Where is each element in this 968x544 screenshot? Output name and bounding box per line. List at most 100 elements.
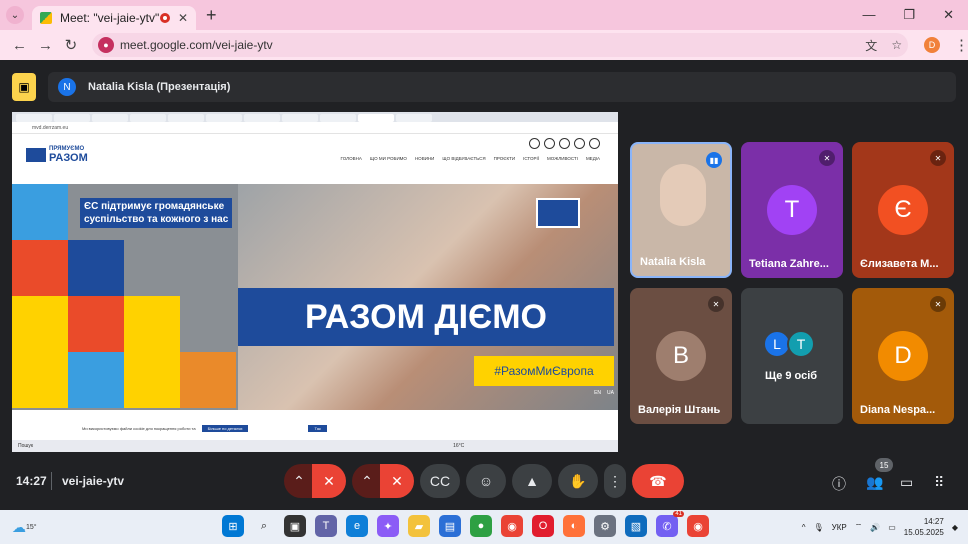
settings-icon[interactable]: ⚙ (594, 515, 616, 537)
leave-call-button[interactable]: ☎ (632, 464, 684, 498)
tab-title: Meet: "vei-jaie-ytv" (60, 11, 160, 25)
youtube-icon (589, 138, 600, 149)
viber-badge: 41 (673, 511, 684, 517)
participant-tile[interactable]: ✕ T Tetiana Zahre... (741, 142, 843, 278)
chrome-icon[interactable]: ◉ (501, 515, 523, 537)
shared-screen: mvd.derrzam.eu ПРЯМУЄМО РАЗОМ ГОЛОВНА ЩО… (12, 112, 618, 452)
camera-off-button[interactable]: ✕ (380, 464, 414, 498)
profile-avatar[interactable]: D (924, 37, 940, 53)
back-icon[interactable]: ← (12, 37, 27, 54)
participant-avatar: D (878, 331, 928, 381)
notifications-icon[interactable]: ◆ (952, 523, 958, 532)
facebook-icon (544, 138, 555, 149)
browser-tab[interactable]: Meet: "vei-jaie-ytv" ✕ (32, 6, 196, 30)
tray-mic-icon[interactable]: 🎙 (814, 523, 824, 532)
opera-icon[interactable]: O (532, 515, 554, 537)
chat-icon[interactable]: ▭ (900, 474, 913, 491)
system-tray: ^ 🎙 УКР ⌔ 🔊 ▭ 14:27 15.05.2025 ◆ (802, 516, 958, 538)
site-header: ПРЯМУЄМО РАЗОМ ГОЛОВНА ЩО МИ РОБИМО НОВИ… (12, 134, 618, 174)
captions-button[interactable]: CC (420, 464, 460, 498)
store-icon[interactable]: ▤ (439, 515, 461, 537)
weather-icon: ☁ (12, 518, 26, 535)
info-icon[interactable]: ⓘ (832, 474, 846, 494)
shared-tab (320, 114, 356, 122)
firefox-icon[interactable]: ◐ (563, 515, 585, 537)
search-icon[interactable]: ⌕ (253, 515, 275, 537)
participant-tile[interactable]: ✕ D Diana Nespa... (852, 288, 954, 424)
more-avatar: T (787, 330, 815, 358)
divider (51, 472, 52, 490)
teams-icon[interactable]: T (315, 515, 337, 537)
translate-icon[interactable]: 文 (865, 37, 877, 54)
volume-icon[interactable]: 🔊 (870, 523, 880, 532)
shared-tab (282, 114, 318, 122)
minimize-icon[interactable]: — (862, 7, 875, 23)
site-logo: ПРЯМУЄМО РАЗОМ (26, 146, 88, 164)
presentation-icon[interactable]: ▣ (12, 73, 36, 101)
mic-off-icon: ✕ (708, 296, 724, 312)
edge-icon[interactable]: e (346, 515, 368, 537)
chrome-profile-icon[interactable]: ◉ (687, 515, 709, 537)
menu-item: ГОЛОВНА (340, 156, 362, 161)
system-clock[interactable]: 14:27 15.05.2025 (904, 516, 944, 538)
activities-icon[interactable]: ⠿ (934, 474, 944, 491)
menu-item: МЕДІА (585, 156, 600, 161)
participant-tile[interactable]: ▮▮ Natalia Kisla (630, 142, 732, 278)
mic-off-button[interactable]: ✕ (312, 464, 346, 498)
close-tab-icon[interactable]: ✕ (178, 11, 188, 25)
microphone-site-icon[interactable]: ● (97, 37, 114, 53)
tray-chevron-icon[interactable]: ^ (802, 523, 806, 532)
weather-widget[interactable]: ☁ 15° (12, 519, 37, 536)
tile-gavel (68, 240, 124, 296)
mic-options-chevron-icon[interactable]: ⌃ (284, 464, 314, 498)
close-window-icon[interactable]: ✕ (943, 7, 954, 23)
cookie-text: Ми використовуємо файли cookie для покра… (82, 425, 196, 431)
input-language[interactable]: УКР (832, 523, 847, 532)
menu-item: ПРОЄКТИ (493, 156, 516, 161)
file-explorer-icon[interactable]: ▰ (408, 515, 430, 537)
app-icon[interactable]: ● (470, 515, 492, 537)
tile-elders (12, 352, 68, 408)
wifi-icon[interactable]: ⌔ (855, 522, 863, 532)
emoji-button[interactable]: ☺ (466, 464, 506, 498)
forward-icon[interactable]: → (38, 37, 53, 54)
more-participants-tile[interactable]: L T Ще 9 осіб (741, 288, 843, 424)
shared-tab (168, 114, 204, 122)
tab-search-icon[interactable]: ⌄ (6, 6, 24, 24)
participant-name: Natalia Kisla (640, 256, 706, 268)
new-tab-icon[interactable]: + (206, 5, 217, 26)
bookmark-star-icon[interactable]: ☆ (891, 38, 902, 52)
participant-tile[interactable]: ✕ Є Єлизавета М... (852, 142, 954, 278)
photos-icon[interactable]: ▧ (625, 515, 647, 537)
restore-icon[interactable]: ❐ (903, 7, 915, 23)
more-options-icon[interactable]: ⋮ (604, 464, 626, 498)
battery-icon[interactable]: ▭ (888, 523, 896, 532)
shared-tab (92, 114, 128, 122)
start-icon[interactable]: ⊞ (222, 515, 244, 537)
participant-tile[interactable]: ✕ В Валерія Штань (630, 288, 732, 424)
present-button[interactable]: ▲ (512, 464, 552, 498)
tile-speaker (12, 184, 68, 240)
cookie-ok: Так (308, 424, 327, 432)
people-icon[interactable]: 👥 (866, 474, 883, 491)
shared-tab (130, 114, 166, 122)
shared-taskbar: Пошук 16°C (12, 440, 618, 452)
participant-avatar: T (767, 185, 817, 235)
tile-heart-hand (68, 352, 124, 408)
shared-temp: 16°C (453, 443, 465, 449)
tile-flower (124, 352, 180, 408)
taskbar-apps: ⊞ ⌕ ▣ T e ✦ ▰ ▤ ● ◉ O ◐ ⚙ ▧ ✆ 41 ◉ (222, 511, 709, 537)
address-bar[interactable]: ● meet.google.com/vei-jaie-ytv 文 ☆ (91, 33, 909, 57)
task-view-icon[interactable]: ▣ (284, 515, 306, 537)
raise-hand-button[interactable]: ✋ (558, 464, 598, 498)
reload-icon[interactable]: ↻ (64, 36, 78, 54)
copilot-icon[interactable]: ✦ (377, 515, 399, 537)
camera-options-chevron-icon[interactable]: ⌃ (352, 464, 382, 498)
presenter-bar: N Natalia Kisla (Презентація) (48, 72, 956, 102)
tile-handshake (180, 352, 236, 408)
lang-ua: UA (607, 390, 614, 396)
viber-icon[interactable]: ✆ 41 (656, 511, 684, 537)
logo-bottom: РАЗОМ (49, 152, 88, 164)
menu-kebab-icon[interactable]: ⋮ (954, 36, 968, 54)
menu-item: ЩО ВІДБУВАЄТЬСЯ (442, 156, 486, 161)
